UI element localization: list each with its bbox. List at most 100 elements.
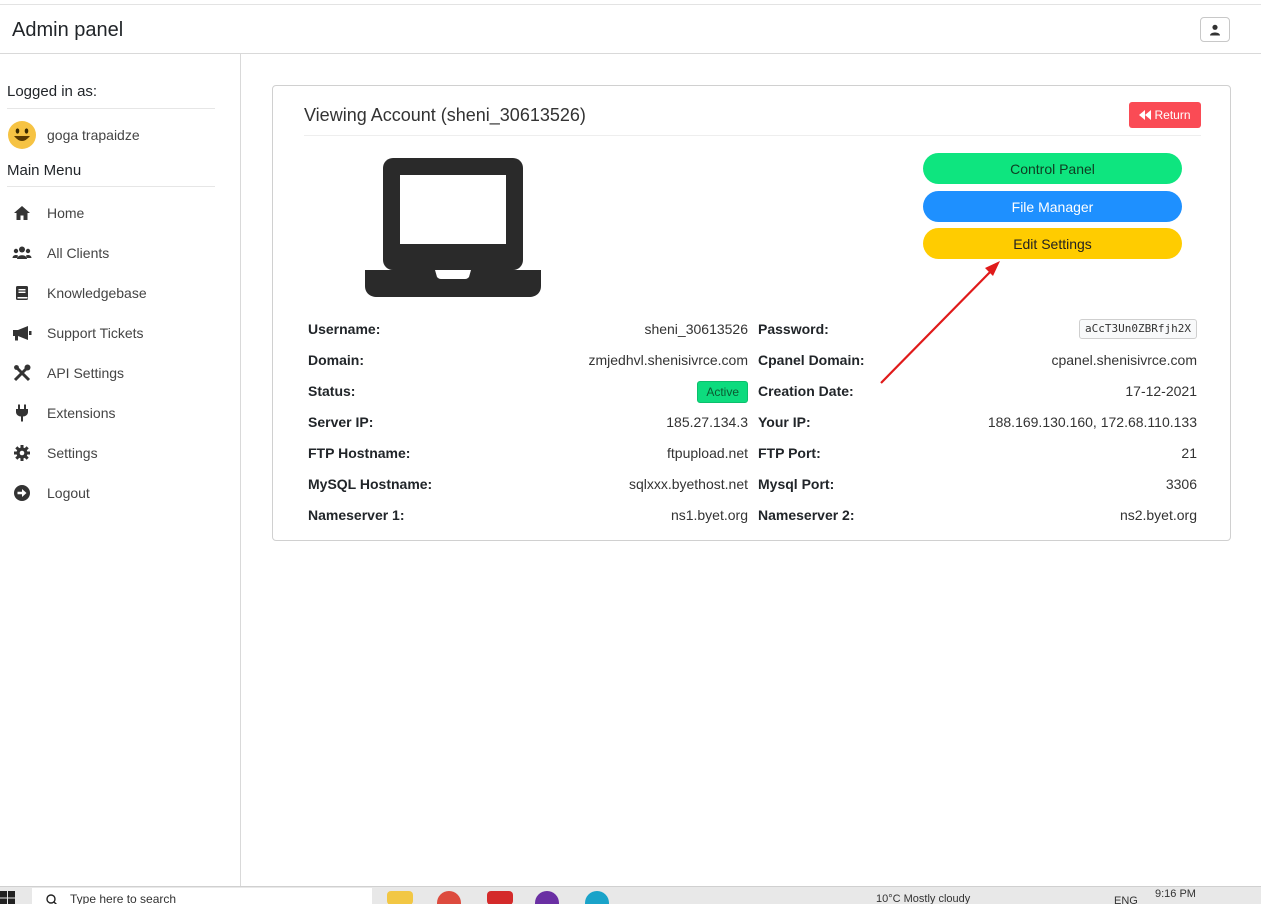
plug-icon bbox=[12, 403, 32, 423]
windows-start-icon[interactable] bbox=[0, 891, 16, 904]
detail-label: Status: bbox=[308, 383, 356, 399]
user-icon bbox=[1210, 24, 1220, 35]
detail-row-nameserver-1: Nameserver 1: ns1.byet.org bbox=[308, 507, 748, 527]
gear-icon bbox=[12, 443, 32, 463]
weather-widget[interactable]: 10°C Mostly cloudy bbox=[876, 893, 970, 904]
sidebar-item-settings[interactable]: Settings bbox=[0, 438, 230, 468]
detail-label: Username: bbox=[308, 321, 381, 337]
divider bbox=[304, 135, 1201, 136]
sidebar-item-logout[interactable]: Logout bbox=[0, 478, 230, 508]
page-title: Viewing Account (sheni_30613526) bbox=[304, 105, 586, 125]
megaphone-icon bbox=[12, 323, 32, 343]
current-user: goga trapaidze bbox=[7, 120, 140, 150]
laptop-icon bbox=[365, 158, 541, 297]
detail-label: FTP Hostname: bbox=[308, 445, 411, 461]
taskbar-search-box[interactable]: Type here to search bbox=[32, 888, 372, 904]
sidebar-item-home[interactable]: Home bbox=[0, 198, 230, 228]
detail-value: 17-12-2021 bbox=[1125, 383, 1197, 399]
edge-icon[interactable] bbox=[585, 891, 609, 904]
detail-value: ns2.byet.org bbox=[1119, 507, 1197, 523]
arrow-circle-right-icon bbox=[12, 483, 32, 503]
file-manager-button[interactable]: File Manager bbox=[923, 191, 1182, 222]
sidebar-item-extensions[interactable]: Extensions bbox=[0, 398, 230, 428]
sidebar-item-api-settings[interactable]: API Settings bbox=[0, 358, 230, 388]
backward-icon bbox=[1139, 110, 1152, 120]
detail-row-server-ip: Server IP: 185.27.134.3 bbox=[308, 414, 748, 434]
home-icon bbox=[12, 203, 32, 223]
return-button[interactable]: Return bbox=[1129, 102, 1201, 128]
detail-label: Server IP: bbox=[308, 414, 374, 430]
sidebar-item-label: Settings bbox=[47, 445, 98, 461]
logged-in-heading: Logged in as: bbox=[7, 83, 98, 100]
user-menu-button[interactable] bbox=[1200, 17, 1230, 42]
detail-label: Domain: bbox=[308, 352, 364, 368]
sidebar-item-label: Home bbox=[47, 205, 85, 221]
taskbar-clock[interactable]: 9:16 PM bbox=[1155, 888, 1196, 900]
password-value[interactable]: aCcT3Un0ZBRfjh2X bbox=[1079, 319, 1197, 339]
detail-label: Nameserver 1: bbox=[308, 507, 405, 523]
detail-row-password: Password: aCcT3Un0ZBRfjh2X bbox=[758, 319, 1197, 341]
detail-label: Creation Date: bbox=[758, 383, 854, 399]
divider bbox=[7, 186, 215, 187]
language-indicator[interactable]: ENG bbox=[1114, 895, 1138, 904]
detail-label: Mysql Port: bbox=[758, 476, 835, 492]
detail-row-ftp-hostname: FTP Hostname: ftpupload.net bbox=[308, 445, 748, 465]
detail-row-nameserver-2: Nameserver 2: ns2.byet.org bbox=[758, 507, 1197, 527]
detail-row-mysql-port: Mysql Port: 3306 bbox=[758, 476, 1197, 496]
detail-value: 185.27.134.3 bbox=[666, 414, 748, 430]
edit-settings-button[interactable]: Edit Settings bbox=[923, 228, 1182, 259]
sidebar-item-label: Support Tickets bbox=[47, 325, 144, 341]
main-menu-heading: Main Menu bbox=[7, 162, 82, 179]
taskbar-search-placeholder: Type here to search bbox=[70, 892, 177, 904]
detail-row-username: Username: sheni_30613526 bbox=[308, 321, 748, 341]
detail-value: 188.169.130.160, 172.68.110.133 bbox=[987, 414, 1197, 430]
detail-value: zmjedhvl.shenisivrce.com bbox=[588, 352, 749, 368]
search-icon bbox=[46, 894, 57, 904]
detail-row-status: Status: Active bbox=[308, 381, 748, 403]
detail-value: cpanel.shenisivrce.com bbox=[1051, 352, 1197, 368]
detail-value: ns1.byet.org bbox=[670, 507, 748, 523]
top-navbar: Admin panel bbox=[0, 4, 1261, 54]
sidebar-item-label: Knowledgebase bbox=[47, 285, 147, 301]
detail-row-mysql-hostname: MySQL Hostname: sqlxxx.byethost.net bbox=[308, 476, 748, 496]
tools-icon bbox=[12, 363, 32, 383]
detail-row-your-ip: Your IP: 188.169.130.160, 172.68.110.133 bbox=[758, 414, 1197, 434]
tor-browser-icon[interactable] bbox=[535, 891, 559, 904]
detail-label: Your IP: bbox=[758, 414, 811, 430]
detail-label: Nameserver 2: bbox=[758, 507, 855, 523]
os-taskbar: Type here to search 10°C Mostly cloudy E… bbox=[0, 886, 1261, 904]
sidebar: Logged in as: goga trapaidze Main Menu H… bbox=[0, 54, 241, 886]
control-panel-button[interactable]: Control Panel bbox=[923, 153, 1182, 184]
file-explorer-icon[interactable] bbox=[387, 891, 413, 904]
smiley-emoji-icon bbox=[8, 121, 36, 149]
detail-label: MySQL Hostname: bbox=[308, 476, 433, 492]
detail-value: sheni_30613526 bbox=[644, 321, 748, 337]
app-title: Admin panel bbox=[12, 19, 124, 41]
filezilla-icon[interactable] bbox=[487, 891, 513, 904]
detail-row-ftp-port: FTP Port: 21 bbox=[758, 445, 1197, 465]
sidebar-item-all-clients[interactable]: All Clients bbox=[0, 238, 230, 268]
divider bbox=[7, 108, 215, 109]
users-icon bbox=[12, 243, 32, 263]
sidebar-item-knowledgebase[interactable]: Knowledgebase bbox=[0, 278, 230, 308]
detail-row-creation-date: Creation Date: 17-12-2021 bbox=[758, 383, 1197, 403]
sidebar-item-label: All Clients bbox=[47, 245, 110, 261]
status-badge: Active bbox=[697, 381, 748, 403]
sidebar-item-label: API Settings bbox=[47, 365, 125, 381]
return-label: Return bbox=[1154, 108, 1191, 122]
detail-value: 21 bbox=[1181, 445, 1197, 461]
sidebar-item-label: Logout bbox=[47, 485, 90, 501]
detail-row-cpanel-domain: Cpanel Domain: cpanel.shenisivrce.com bbox=[758, 352, 1197, 372]
user-name: goga trapaidze bbox=[47, 127, 140, 143]
account-card: Viewing Account (sheni_30613526) Return … bbox=[272, 85, 1231, 541]
chrome-icon[interactable] bbox=[437, 891, 461, 904]
detail-label: FTP Port: bbox=[758, 445, 821, 461]
detail-label: Cpanel Domain: bbox=[758, 352, 865, 368]
sidebar-item-label: Extensions bbox=[47, 405, 116, 421]
detail-value: 3306 bbox=[1165, 476, 1197, 492]
detail-value: sqlxxx.byethost.net bbox=[628, 476, 748, 492]
sidebar-item-support-tickets[interactable]: Support Tickets bbox=[0, 318, 230, 348]
book-icon bbox=[12, 283, 32, 303]
detail-label: Password: bbox=[758, 321, 829, 337]
detail-row-domain: Domain: zmjedhvl.shenisivrce.com bbox=[308, 352, 748, 372]
